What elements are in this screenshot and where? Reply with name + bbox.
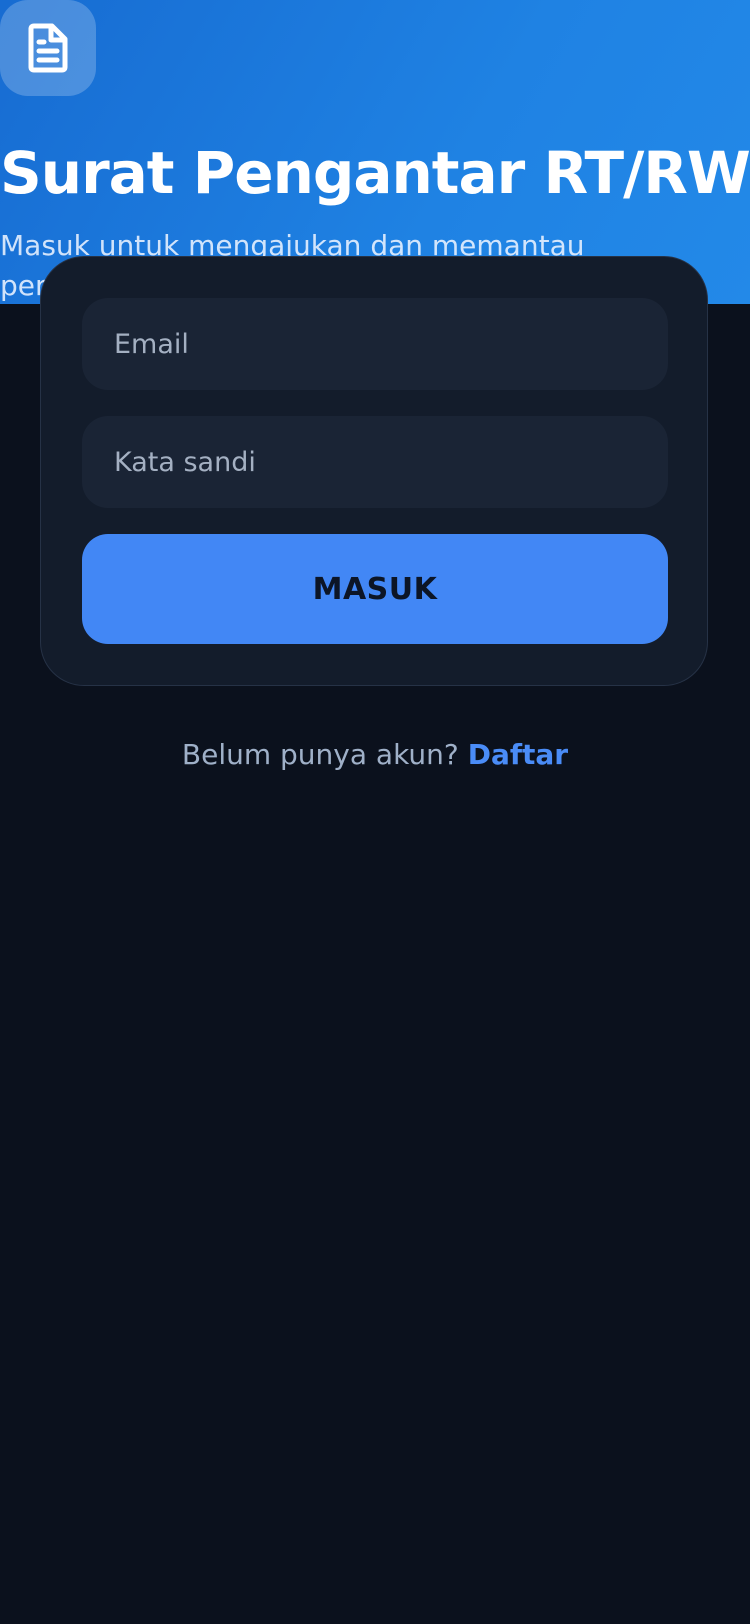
- document-icon: [0, 0, 96, 96]
- login-button[interactable]: MASUK: [82, 534, 668, 644]
- register-link[interactable]: Daftar: [468, 738, 568, 771]
- page-title: Surat Pengantar RT/RW: [0, 139, 750, 207]
- login-card: MASUK: [40, 256, 708, 686]
- email-field[interactable]: [82, 298, 668, 390]
- register-prompt-text: Belum punya akun?: [181, 738, 459, 771]
- password-field[interactable]: [82, 416, 668, 508]
- register-prompt-row: Belum punya akun? Daftar: [0, 738, 750, 771]
- login-screen: Surat Pengantar RT/RW Masuk untuk mengaj…: [0, 0, 750, 1624]
